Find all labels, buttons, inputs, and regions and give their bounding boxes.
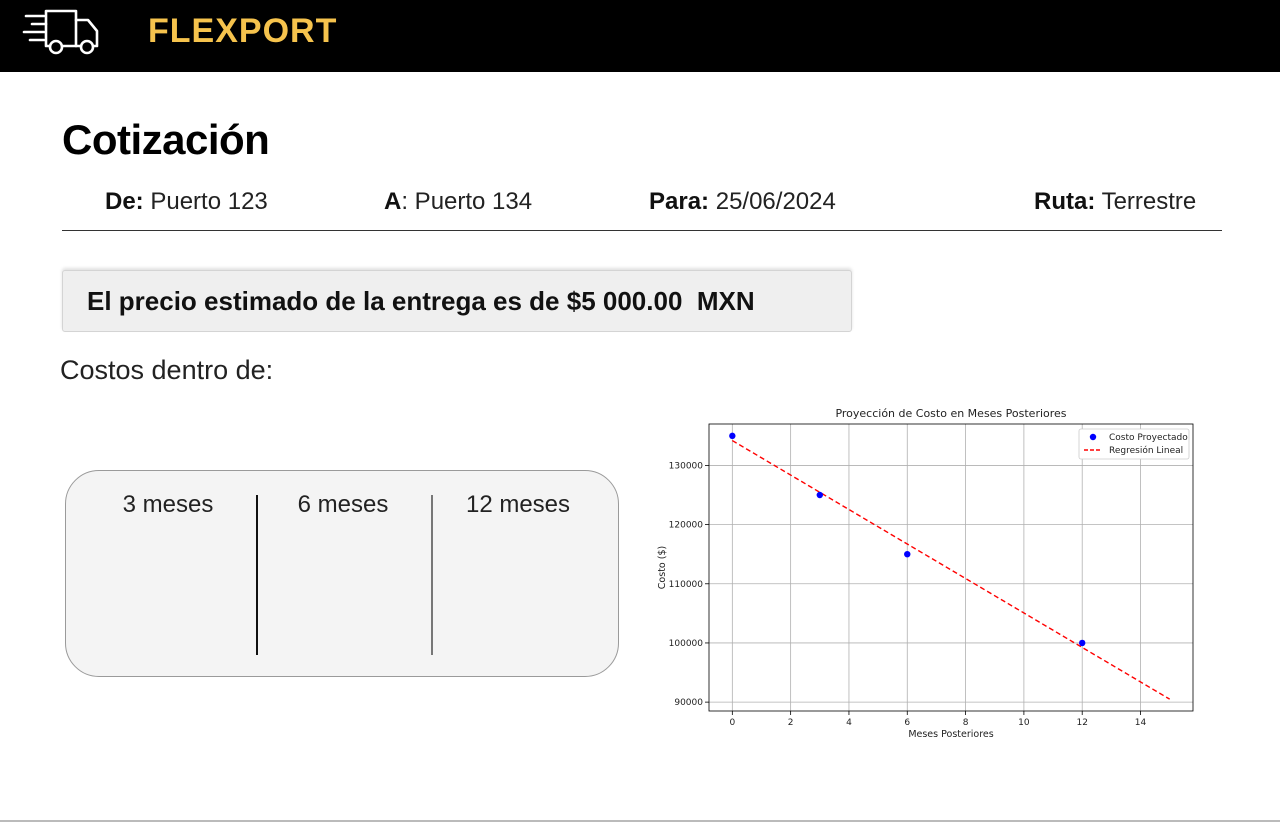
origin-label: De: — [105, 188, 144, 215]
y-axis-label: Costo ($) — [657, 546, 668, 589]
data-point — [729, 432, 736, 440]
period-divider — [256, 495, 258, 655]
y-tick-label: 90000 — [674, 698, 703, 708]
x-tick-label: 2 — [788, 718, 794, 728]
legend-label: Costo Proyectado — [1109, 433, 1188, 443]
x-tick-label: 6 — [904, 718, 910, 728]
route-label: Ruta: — [1034, 188, 1096, 215]
plot-area — [709, 424, 1193, 711]
period-selector: 3 meses 6 meses 12 meses — [65, 470, 619, 677]
destination-label: A — [384, 188, 402, 215]
page-title: Cotización — [62, 116, 270, 163]
price-estimate-box: El precio estimado de la entrega es de $… — [62, 270, 852, 332]
period-option-12-months[interactable]: 12 meses — [433, 491, 603, 519]
data-point — [816, 491, 823, 499]
x-tick-label: 4 — [846, 718, 852, 728]
y-tick-label: 100000 — [669, 639, 704, 649]
y-tick-label: 130000 — [669, 461, 704, 471]
period-option-6-months[interactable]: 6 meses — [258, 491, 428, 519]
x-tick-label: 8 — [963, 718, 969, 728]
date-field: Para: 25/06/2024 — [649, 188, 836, 216]
x-tick-label: 12 — [1076, 718, 1087, 728]
data-point — [1079, 639, 1086, 647]
origin-field: De: Puerto 123 — [105, 188, 268, 216]
period-divider — [431, 495, 433, 655]
data-point — [904, 550, 911, 558]
y-tick-label: 110000 — [669, 580, 704, 590]
destination-value: : Puerto 134 — [401, 188, 533, 215]
period-option-3-months[interactable]: 3 meses — [83, 491, 253, 519]
route-value: Terrestre — [1101, 188, 1197, 215]
costs-within-label: Costos dentro de: — [60, 355, 274, 385]
date-label: Para: — [649, 188, 710, 215]
chart-title: Proyección de Costo en Meses Posteriores — [835, 407, 1066, 420]
date-value: 25/06/2024 — [715, 188, 836, 215]
legend-marker-scatter — [1089, 433, 1097, 441]
divider — [62, 230, 1222, 231]
x-tick-label: 10 — [1018, 718, 1030, 728]
destination-field: A: Puerto 134 — [384, 188, 532, 216]
x-axis-label: Meses Posteriores — [908, 729, 993, 740]
route-field: Ruta: Terrestre — [1034, 188, 1196, 216]
brand-name[interactable]: FLEXPORT — [148, 12, 337, 51]
cost-projection-chart: 0 2 4 6 8 10 12 14 90000 100000 110000 120000 130000… — [657, 407, 1194, 740]
y-tick-label: 120000 — [669, 521, 704, 531]
x-tick-label: 0 — [729, 718, 735, 728]
price-estimate-text: El precio estimado de la entrega es de $… — [87, 286, 755, 316]
x-tick-label: 14 — [1135, 718, 1147, 728]
top-bar: FLEXPORT — [0, 0, 1280, 72]
origin-value: Puerto 123 — [150, 188, 268, 215]
delivery-truck-icon — [22, 9, 99, 55]
legend-label: Regresión Lineal — [1109, 445, 1183, 456]
